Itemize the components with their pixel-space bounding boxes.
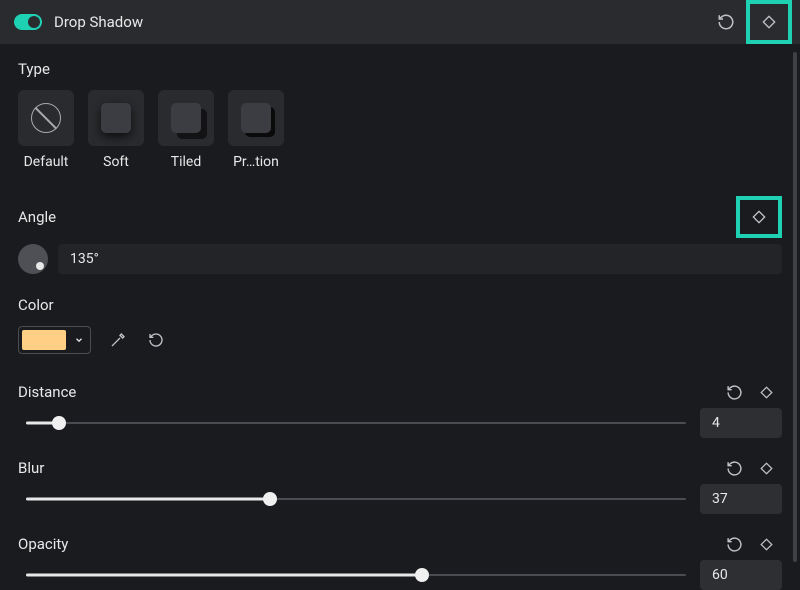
type-option-tiled[interactable]: Tiled [158, 90, 214, 170]
opacity-input[interactable]: 60 [700, 560, 782, 590]
panel-title: Drop Shadow [54, 13, 710, 31]
panel-header: Drop Shadow [0, 0, 800, 44]
color-label: Color [18, 296, 782, 314]
opacity-slider[interactable] [26, 567, 686, 583]
type-option-label: Default [24, 154, 69, 170]
reset-color-button[interactable] [145, 329, 167, 351]
diamond-icon [759, 537, 774, 552]
eyedropper-icon [110, 332, 126, 348]
opacity-value: 60 [712, 567, 728, 583]
reset-icon [148, 332, 164, 348]
distance-section: Distance 4 [18, 376, 782, 438]
blur-input[interactable]: 37 [700, 484, 782, 514]
blur-slider[interactable] [26, 491, 686, 507]
keyframe-blur-button[interactable] [750, 452, 782, 484]
distance-label: Distance [18, 383, 718, 401]
type-option-label: Tiled [171, 154, 201, 170]
eyedropper-button[interactable] [107, 329, 129, 351]
type-option-projection[interactable]: Pr…tion [228, 90, 284, 170]
type-options: Default Soft Tiled Pr…tion [18, 90, 782, 170]
diamond-icon [759, 461, 774, 476]
angle-header: Angle [18, 196, 782, 238]
tiled-preview-icon [171, 103, 201, 133]
enable-toggle[interactable] [14, 14, 42, 30]
scrollbar[interactable] [793, 52, 797, 562]
distance-value: 4 [712, 415, 720, 431]
none-icon [31, 103, 61, 133]
angle-row: 135° [18, 244, 782, 274]
header-keyframe-highlight [746, 0, 792, 44]
blur-section: Blur 37 [18, 452, 782, 514]
diamond-icon [751, 209, 767, 225]
reset-icon [726, 536, 743, 553]
angle-value: 135° [70, 251, 99, 267]
reset-icon [726, 384, 743, 401]
keyframe-angle-button[interactable] [743, 201, 775, 233]
reset-icon [717, 13, 735, 31]
angle-label: Angle [18, 208, 736, 226]
blur-value: 37 [712, 491, 728, 507]
distance-slider[interactable] [26, 415, 686, 431]
reset-opacity-button[interactable] [718, 528, 750, 560]
type-option-label: Pr…tion [233, 154, 279, 170]
drop-shadow-panel: Drop Shadow Type Default Soft [0, 0, 800, 580]
slider-fill [26, 574, 422, 577]
type-label: Type [18, 60, 782, 78]
slider-fill [26, 498, 270, 501]
color-picker[interactable] [18, 326, 91, 354]
opacity-label: Opacity [18, 535, 718, 553]
diamond-icon [759, 385, 774, 400]
diamond-icon [761, 14, 777, 30]
color-row [18, 326, 782, 354]
reset-blur-button[interactable] [718, 452, 750, 484]
slider-thumb[interactable] [52, 416, 66, 430]
chevron-down-icon [74, 335, 84, 345]
angle-keyframe-highlight [736, 196, 782, 238]
keyframe-distance-button[interactable] [750, 376, 782, 408]
keyframe-opacity-button[interactable] [750, 528, 782, 560]
type-option-default[interactable]: Default [18, 90, 74, 170]
projection-preview-icon [241, 103, 271, 133]
panel-content: Type Default Soft Tiled Pr…tion Angle [0, 44, 800, 590]
distance-input[interactable]: 4 [700, 408, 782, 438]
soft-preview-icon [101, 103, 131, 133]
blur-label: Blur [18, 459, 718, 477]
keyframe-header-button[interactable] [753, 6, 785, 38]
reset-distance-button[interactable] [718, 376, 750, 408]
angle-dial[interactable] [18, 244, 48, 274]
reset-icon [726, 460, 743, 477]
angle-input[interactable]: 135° [58, 244, 782, 274]
slider-thumb[interactable] [263, 492, 277, 506]
color-swatch [22, 330, 66, 350]
opacity-section: Opacity 60 [18, 528, 782, 590]
reset-header-button[interactable] [710, 6, 742, 38]
type-option-soft[interactable]: Soft [88, 90, 144, 170]
type-option-label: Soft [103, 154, 129, 170]
